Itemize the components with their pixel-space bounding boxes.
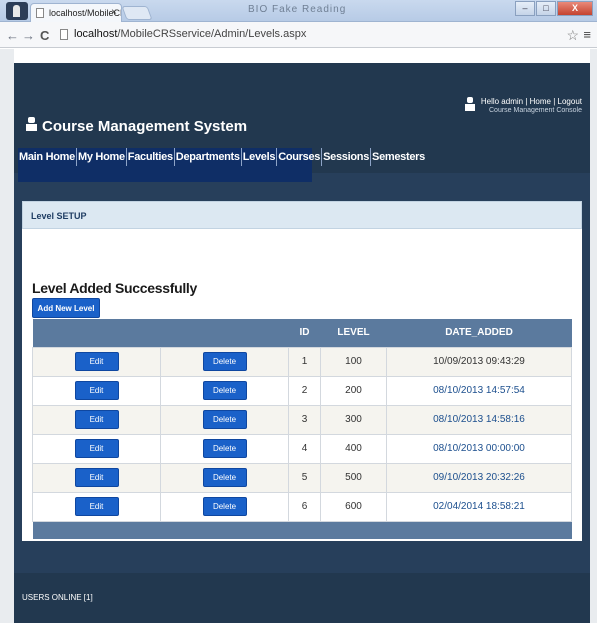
back-arrow-icon[interactable]: ←	[6, 28, 19, 43]
section-header: Level SETUP	[22, 201, 582, 229]
cell-level: 300	[320, 404, 387, 435]
cell-level: 600	[320, 491, 387, 522]
column-header-level: LEVEL	[320, 319, 387, 347]
page-viewport: Course Management System Hello admin | H…	[0, 49, 597, 623]
site-container: Course Management System Hello admin | H…	[14, 63, 590, 623]
cell-date: 02/04/2014 18:58:21	[386, 491, 572, 522]
section-title: Level SETUP	[31, 211, 87, 221]
cell-date: 08/10/2013 14:57:54	[386, 375, 572, 406]
cell-id: 5	[288, 462, 321, 493]
delete-button[interactable]: Delete	[202, 468, 247, 487]
url-host: localhost	[74, 28, 118, 40]
cell-date: 08/10/2013 00:00:00	[386, 433, 572, 464]
minimize-button[interactable]: –	[515, 1, 535, 16]
status-message: Level Added Successfully	[32, 280, 198, 296]
browser-tab[interactable]: localhost/MobileCRSserv ×	[30, 3, 122, 22]
nav-sessions[interactable]: Sessions	[322, 148, 372, 166]
browser-logo-icon	[6, 2, 28, 20]
page-icon	[36, 8, 44, 18]
delete-button[interactable]: Delete	[202, 352, 247, 371]
maximize-button[interactable]: □	[536, 1, 556, 16]
delete-button[interactable]: Delete	[202, 439, 247, 458]
column-header-date-added: DATE_ADDED	[386, 319, 572, 347]
cell-id: 6	[288, 491, 321, 522]
edit-button[interactable]: Edit	[74, 468, 119, 487]
add-new-level-button[interactable]: Add New Level	[32, 298, 100, 318]
user-avatar-icon	[464, 97, 475, 111]
separator: |	[553, 97, 556, 106]
site-title: Course Management System	[42, 118, 248, 135]
main-nav: Main Home My Home Faculties Departments …	[18, 148, 425, 182]
table-row: Edit Delete 3 300 08/10/2013 14:58:16	[32, 404, 572, 435]
edit-button[interactable]: Edit	[74, 352, 119, 371]
nav-levels[interactable]: Levels	[242, 148, 278, 166]
user-logo-icon	[26, 117, 37, 131]
levels-table: ID LEVEL DATE_ADDED Edit Delete 1 100 10…	[32, 319, 572, 539]
window-title: BIO Fake Reading	[248, 4, 347, 15]
cell-id: 2	[288, 375, 321, 406]
page-icon	[60, 29, 68, 40]
site-footer: USERS ONLINE [1]	[14, 573, 590, 623]
page-margin-right	[590, 49, 597, 623]
edit-button[interactable]: Edit	[74, 497, 119, 516]
edit-button[interactable]: Edit	[74, 410, 119, 429]
bookmark-star-icon[interactable]: ☆	[566, 27, 579, 44]
nav-main-home[interactable]: Main Home	[18, 148, 77, 166]
nav-semesters[interactable]: Semesters	[371, 148, 426, 166]
address-bar[interactable]: localhost/MobileCRSservice/Admin/Levels.…	[60, 26, 570, 44]
table-row: Edit Delete 4 400 08/10/2013 00:00:00	[32, 433, 572, 464]
delete-button[interactable]: Delete	[202, 497, 247, 516]
table-row: Edit Delete 6 600 02/04/2014 18:58:21	[32, 491, 572, 522]
column-header-id: ID	[288, 319, 321, 347]
tab-close-icon[interactable]: ×	[111, 7, 117, 18]
edit-button[interactable]: Edit	[74, 439, 119, 458]
separator: |	[525, 97, 528, 106]
forward-arrow-icon[interactable]: →	[22, 28, 35, 43]
edit-button[interactable]: Edit	[74, 381, 119, 400]
users-online-text: USERS ONLINE [1]	[22, 593, 93, 602]
browser-menu-icon[interactable]: ≡	[583, 27, 591, 42]
cell-id: 3	[288, 404, 321, 435]
console-subtitle: Course Management Console	[489, 107, 582, 114]
cell-id: 1	[288, 346, 321, 377]
nav-departments[interactable]: Departments	[175, 148, 242, 166]
cell-date: 10/09/2013 09:43:29	[386, 346, 572, 377]
cell-id: 4	[288, 433, 321, 464]
table-header-row: ID LEVEL DATE_ADDED	[32, 319, 572, 347]
greeting-text: Hello admin	[480, 97, 524, 106]
cell-level: 400	[320, 433, 387, 464]
cell-level: 100	[320, 346, 387, 377]
home-link[interactable]: Home	[530, 97, 551, 106]
delete-button[interactable]: Delete	[202, 381, 247, 400]
new-tab-button[interactable]	[121, 6, 153, 20]
nav-faculties[interactable]: Faculties	[127, 148, 175, 166]
delete-button[interactable]: Delete	[202, 410, 247, 429]
column-header-edit	[32, 319, 161, 347]
close-window-button[interactable]: X	[557, 1, 593, 16]
reload-icon[interactable]: C	[40, 28, 49, 43]
table-footer-row	[32, 521, 572, 539]
table-row: Edit Delete 5 500 09/10/2013 20:32:26	[32, 462, 572, 493]
table-row: Edit Delete 1 100 10/09/2013 09:43:29	[32, 346, 572, 377]
cell-level: 500	[320, 462, 387, 493]
cell-date: 09/10/2013 20:32:26	[386, 462, 572, 493]
cell-level: 200	[320, 375, 387, 406]
nav-courses[interactable]: Courses	[277, 148, 323, 166]
content-panel: Level SETUP Level Added Successfully Add…	[22, 201, 582, 541]
logout-link[interactable]: Logout	[558, 97, 582, 106]
page-margin-left	[0, 49, 14, 623]
table-row: Edit Delete 2 200 08/10/2013 14:57:54	[32, 375, 572, 406]
user-panel: Hello admin | Home | Logout Course Manag…	[464, 97, 582, 114]
browser-toolbar: ← → C localhost/MobileCRSservice/Admin/L…	[0, 22, 597, 48]
browser-titlebar: localhost/MobileCRSserv × BIO Fake Readi…	[0, 0, 597, 22]
url-path: /MobileCRSservice/Admin/Levels.aspx	[117, 28, 307, 40]
nav-my-home[interactable]: My Home	[77, 148, 127, 166]
column-header-delete	[160, 319, 289, 347]
cell-date: 08/10/2013 14:58:16	[386, 404, 572, 435]
